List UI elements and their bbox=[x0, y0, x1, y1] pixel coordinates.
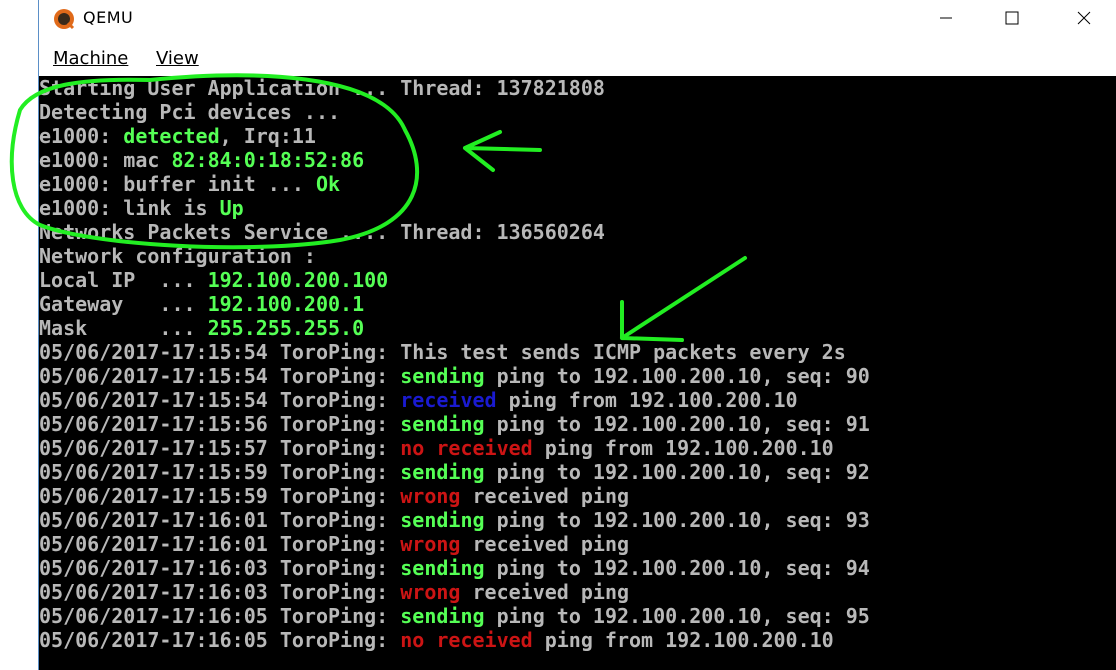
console-text-grey: 05/06/2017-17:15:54 ToroPing: bbox=[39, 388, 401, 412]
console-line: 05/06/2017-17:16:05 ToroPing: sending pi… bbox=[39, 604, 1116, 628]
console-line: 05/06/2017-17:16:01 ToroPing: wrong rece… bbox=[39, 532, 1116, 556]
qemu-logo-icon bbox=[53, 8, 75, 30]
console-text-grey: e1000: link is bbox=[39, 196, 220, 220]
console-text-red: wrong bbox=[400, 580, 461, 604]
console-text-green: 192.100.200.1 bbox=[207, 292, 365, 316]
console-line: 05/06/2017-17:15:54 ToroPing: received p… bbox=[39, 388, 1116, 412]
console-text-grey: ping from 192.100.200.10 bbox=[532, 436, 834, 460]
console-text-grey: Local IP ... bbox=[39, 268, 208, 292]
console-text-green: sending bbox=[400, 412, 485, 436]
console-line: 05/06/2017-17:15:56 ToroPing: sending pi… bbox=[39, 412, 1116, 436]
console-line: 05/06/2017-17:16:01 ToroPing: sending pi… bbox=[39, 508, 1116, 532]
console-text-grey: e1000: mac bbox=[39, 148, 172, 172]
console-line: e1000: mac 82:84:0:18:52:86 bbox=[39, 148, 1116, 172]
guest-console-screen[interactable]: Starting User Application ... Thread: 13… bbox=[39, 76, 1116, 670]
console-text-grey: ping to 192.100.200.10, seq: 95 bbox=[484, 604, 870, 628]
console-text-red: no received bbox=[400, 628, 533, 652]
menu-machine[interactable]: Machine bbox=[53, 48, 128, 69]
console-line: Network configuration : bbox=[39, 244, 1116, 268]
console-text-green: detected bbox=[123, 124, 220, 148]
console-line: Gateway ... 192.100.200.1 bbox=[39, 292, 1116, 316]
console-text-grey: 05/06/2017-17:15:57 ToroPing: bbox=[39, 436, 401, 460]
console-text-grey: Networks Packets Service .... Thread: 13… bbox=[39, 220, 605, 244]
console-text-grey: 05/06/2017-17:16:03 ToroPing: bbox=[39, 556, 401, 580]
console-line: 05/06/2017-17:16:03 ToroPing: wrong rece… bbox=[39, 580, 1116, 604]
console-text-grey: ping from 192.100.200.10 bbox=[532, 628, 834, 652]
console-text-grey: 05/06/2017-17:16:01 ToroPing: bbox=[39, 532, 401, 556]
console-text-grey: received ping bbox=[460, 484, 630, 508]
console-text-grey: 05/06/2017-17:15:56 ToroPing: bbox=[39, 412, 401, 436]
console-text-grey: 05/06/2017-17:16:01 ToroPing: bbox=[39, 508, 401, 532]
console-line: 05/06/2017-17:15:59 ToroPing: wrong rece… bbox=[39, 484, 1116, 508]
console-text-grey: Network configuration : bbox=[39, 244, 316, 268]
minimize-icon bbox=[939, 10, 953, 29]
console-line: 05/06/2017-17:15:54 ToroPing: This test … bbox=[39, 340, 1116, 364]
console-line: 05/06/2017-17:15:57 ToroPing: no receive… bbox=[39, 436, 1116, 460]
console-text-green: 82:84:0:18:52:86 bbox=[171, 148, 365, 172]
console-text-grey: Starting User Application ... Thread: 13… bbox=[39, 76, 605, 100]
console-text-grey: received ping bbox=[460, 532, 630, 556]
menu-bar: Machine View bbox=[39, 44, 1116, 74]
console-line: 05/06/2017-17:15:54 ToroPing: sending pi… bbox=[39, 364, 1116, 388]
console-text-grey: ping to 192.100.200.10, seq: 94 bbox=[484, 556, 870, 580]
console-line: 05/06/2017-17:16:03 ToroPing: sending pi… bbox=[39, 556, 1116, 580]
console-text-grey: , Irq:11 bbox=[219, 124, 316, 148]
console-text-green: sending bbox=[400, 508, 485, 532]
console-text-green: sending bbox=[400, 460, 485, 484]
console-text-grey: received ping bbox=[460, 580, 630, 604]
maximize-icon bbox=[1005, 10, 1019, 29]
console-text-blue: received bbox=[400, 388, 497, 412]
console-output: Starting User Application ... Thread: 13… bbox=[39, 76, 1116, 652]
console-text-grey: ping to 192.100.200.10, seq: 92 bbox=[484, 460, 870, 484]
close-icon bbox=[1077, 10, 1091, 29]
console-line: e1000: buffer init ... Ok bbox=[39, 172, 1116, 196]
console-text-grey: 05/06/2017-17:15:59 ToroPing: bbox=[39, 460, 401, 484]
console-line: Networks Packets Service .... Thread: 13… bbox=[39, 220, 1116, 244]
console-text-green: Ok bbox=[315, 172, 341, 196]
console-text-grey: ping to 192.100.200.10, seq: 91 bbox=[484, 412, 870, 436]
console-text-grey: ping to 192.100.200.10, seq: 90 bbox=[484, 364, 870, 388]
console-text-grey: e1000: bbox=[39, 124, 124, 148]
console-text-grey: 05/06/2017-17:16:05 ToroPing: bbox=[39, 628, 401, 652]
console-text-grey: Gateway ... bbox=[39, 292, 208, 316]
minimize-button[interactable] bbox=[923, 0, 969, 38]
console-text-grey: 05/06/2017-17:16:05 ToroPing: bbox=[39, 604, 401, 628]
console-text-grey: 05/06/2017-17:15:54 ToroPing: This test … bbox=[39, 340, 846, 364]
console-text-grey: Detecting Pci devices ... bbox=[39, 100, 341, 124]
console-text-grey: 05/06/2017-17:15:59 ToroPing: bbox=[39, 484, 401, 508]
console-text-grey: e1000: buffer init ... bbox=[39, 172, 316, 196]
qemu-window: QEMU Machine View Starting User Applicat… bbox=[38, 0, 1116, 670]
console-text-green: 192.100.200.100 bbox=[207, 268, 389, 292]
console-text-grey: ping from 192.100.200.10 bbox=[496, 388, 798, 412]
console-line: Starting User Application ... Thread: 13… bbox=[39, 76, 1116, 100]
console-text-green: sending bbox=[400, 604, 485, 628]
console-line: Local IP ... 192.100.200.100 bbox=[39, 268, 1116, 292]
console-line: Mask ... 255.255.255.0 bbox=[39, 316, 1116, 340]
console-text-grey: 05/06/2017-17:15:54 ToroPing: bbox=[39, 364, 401, 388]
console-text-green: sending bbox=[400, 364, 485, 388]
title-bar[interactable]: QEMU bbox=[39, 0, 1116, 38]
maximize-button[interactable] bbox=[989, 0, 1035, 38]
console-text-green: sending bbox=[400, 556, 485, 580]
menu-view[interactable]: View bbox=[156, 48, 199, 69]
close-button[interactable] bbox=[1061, 0, 1107, 38]
console-text-red: no received bbox=[400, 436, 533, 460]
window-title: QEMU bbox=[83, 8, 134, 27]
console-line: e1000: link is Up bbox=[39, 196, 1116, 220]
console-text-grey: Mask ... bbox=[39, 316, 208, 340]
console-line: e1000: detected, Irq:11 bbox=[39, 124, 1116, 148]
console-text-red: wrong bbox=[400, 532, 461, 556]
console-text-green: 255.255.255.0 bbox=[207, 316, 365, 340]
console-line: 05/06/2017-17:16:05 ToroPing: no receive… bbox=[39, 628, 1116, 652]
console-text-grey: 05/06/2017-17:16:03 ToroPing: bbox=[39, 580, 401, 604]
console-line: 05/06/2017-17:15:59 ToroPing: sending pi… bbox=[39, 460, 1116, 484]
console-text-grey: ping to 192.100.200.10, seq: 93 bbox=[484, 508, 870, 532]
console-text-red: wrong bbox=[400, 484, 461, 508]
console-text-green: Up bbox=[219, 196, 244, 220]
console-line: Detecting Pci devices ... bbox=[39, 100, 1116, 124]
